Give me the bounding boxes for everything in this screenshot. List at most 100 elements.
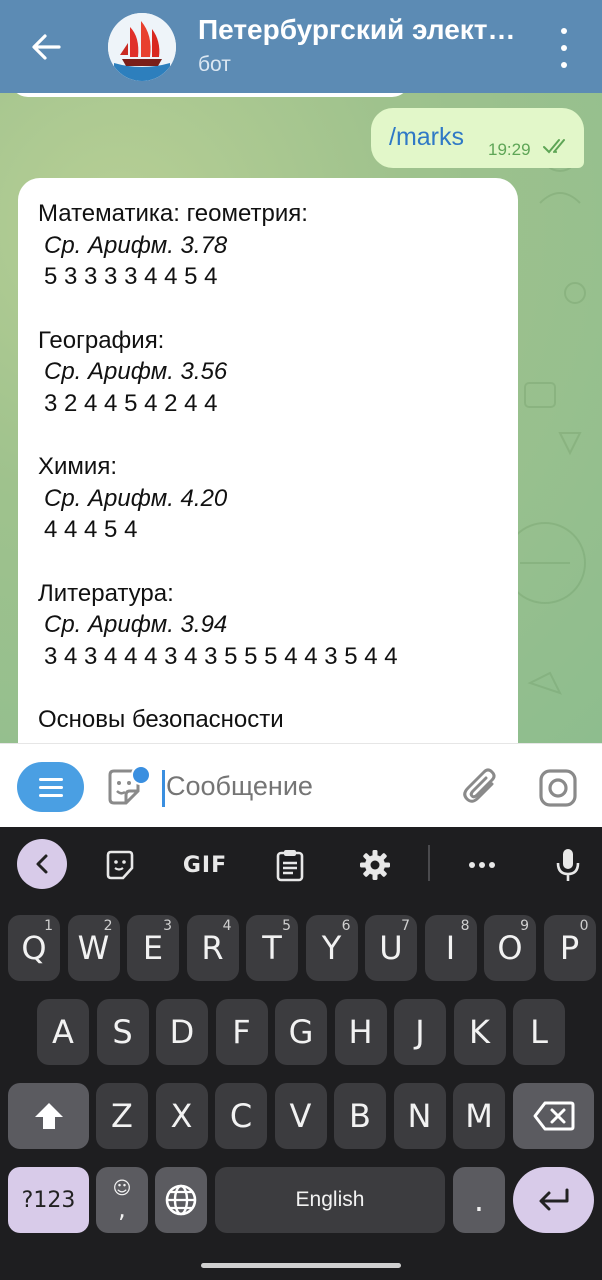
more-tools-button[interactable] <box>462 845 502 885</box>
key-d[interactable]: D <box>156 999 208 1065</box>
key-r[interactable]: R4 <box>186 915 239 981</box>
outgoing-command[interactable]: /marks <box>389 123 464 152</box>
key-label: Y <box>321 929 342 967</box>
key-p[interactable]: P0 <box>543 915 596 981</box>
language-key[interactable] <box>155 1167 207 1233</box>
gif-button[interactable]: GIF <box>180 845 230 885</box>
key-label: P <box>559 929 580 967</box>
key-h[interactable]: H <box>334 999 387 1065</box>
incoming-message[interactable]: Математика: геометрия: Ср. Арифм. 3.78 5 3… <box>18 178 518 743</box>
key-label: L <box>530 1013 548 1051</box>
key-w[interactable]: W2 <box>67 915 120 981</box>
key-u[interactable]: U7 <box>365 915 417 981</box>
key-n[interactable]: N <box>393 1083 446 1149</box>
voice-input-button[interactable] <box>548 843 588 887</box>
key-g[interactable]: G <box>275 999 327 1065</box>
chat-area[interactable]: /marks 19:29 Математика: геометрия: Ср. А… <box>0 93 602 743</box>
message-input[interactable] <box>166 764 436 808</box>
microphone-icon <box>556 849 580 881</box>
sticker-tool-button[interactable] <box>100 845 140 885</box>
toolbar-separator <box>428 845 430 881</box>
key-label: U <box>379 929 403 967</box>
outgoing-message[interactable]: /marks 19:29 <box>371 108 584 168</box>
key-label: C <box>229 1097 253 1135</box>
key-label: G <box>288 1013 314 1051</box>
key-label: O <box>497 929 523 967</box>
key-label: English <box>295 1188 365 1211</box>
text-caret <box>162 770 165 807</box>
sticker-icon <box>106 850 134 880</box>
gear-icon <box>360 850 390 880</box>
read-checks-icon <box>543 139 565 154</box>
key-label: H <box>348 1013 373 1051</box>
back-button[interactable] <box>24 25 68 69</box>
arrow-left-icon <box>32 34 61 60</box>
key-hint: 2 <box>103 918 113 934</box>
more-horizontal-icon <box>469 862 495 868</box>
key-label: J <box>415 1013 425 1051</box>
globe-icon <box>165 1184 197 1216</box>
key-y[interactable]: Y6 <box>305 915 358 981</box>
bot-menu-button[interactable] <box>17 762 84 812</box>
clipboard-icon <box>276 850 304 882</box>
key-label: V <box>289 1097 312 1135</box>
dot-icon <box>561 62 567 68</box>
key-f[interactable]: F <box>215 999 268 1065</box>
key-label: B <box>349 1097 371 1135</box>
enter-key[interactable] <box>513 1167 594 1233</box>
bot-avatar[interactable] <box>108 13 176 81</box>
key-a[interactable]: A <box>37 999 89 1065</box>
period-key[interactable]: . <box>453 1167 505 1233</box>
backspace-key[interactable] <box>513 1083 594 1149</box>
symbols-key[interactable]: ?123 <box>8 1167 89 1233</box>
marks-message-text: Математика: геометрия: Ср. Арифм. 3.78 5 3… <box>38 198 504 736</box>
settings-button[interactable] <box>355 845 395 885</box>
subject-name: География: <box>38 326 165 354</box>
key-i[interactable]: I8 <box>424 915 477 981</box>
key-t[interactable]: T5 <box>246 915 298 981</box>
chat-title[interactable]: Петербургский элект… <box>198 14 528 46</box>
key-k[interactable]: K <box>453 999 506 1065</box>
menu-line-icon <box>38 793 63 797</box>
key-label: E <box>142 929 164 967</box>
menu-line-icon <box>38 777 63 781</box>
key-e[interactable]: E3 <box>127 915 179 981</box>
key-c[interactable]: C <box>215 1083 267 1149</box>
key-l[interactable]: L <box>513 999 565 1065</box>
menu-line-icon <box>38 785 63 789</box>
key-j[interactable]: J <box>394 999 446 1065</box>
dot-icon <box>561 28 567 34</box>
chat-header: Петербургский элект… бот <box>0 0 602 93</box>
message-input-bar <box>0 743 602 828</box>
more-menu-button[interactable] <box>550 28 578 68</box>
key-x[interactable]: X <box>155 1083 208 1149</box>
key-q[interactable]: Q1 <box>8 915 60 981</box>
key-m[interactable]: M <box>453 1083 505 1149</box>
key-label: F <box>232 1013 251 1051</box>
key-o[interactable]: O9 <box>484 915 536 981</box>
gesture-navigation-bar[interactable] <box>201 1263 401 1268</box>
key-label: , <box>118 1195 126 1223</box>
paperclip-icon[interactable] <box>462 768 500 808</box>
subject-name: Химия: <box>38 453 117 480</box>
keyboard: GIF Q1W2E3R4T5Y6U7I8O9 P 0 A S D F G H J… <box>0 827 602 1280</box>
dot-icon <box>561 45 567 51</box>
subject-average: Ср. Арифм. 3.94 <box>44 611 228 638</box>
keyboard-collapse-button[interactable] <box>17 839 67 889</box>
key-s[interactable]: S <box>96 999 149 1065</box>
emoji-comma-key[interactable]: ☺, <box>96 1167 148 1233</box>
space-key[interactable]: English <box>215 1167 445 1233</box>
key-label: N <box>407 1097 432 1135</box>
clipboard-button[interactable] <box>270 845 310 885</box>
key-z[interactable]: Z <box>96 1083 148 1149</box>
ship-logo-icon <box>108 13 176 81</box>
previous-message-bubble <box>10 93 410 97</box>
key-v[interactable]: V <box>274 1083 327 1149</box>
key-b[interactable]: B <box>334 1083 386 1149</box>
shift-key[interactable] <box>8 1083 89 1149</box>
subject-marks: 3 2 4 4 5 4 2 4 4 <box>44 389 218 417</box>
key-label: S <box>112 1013 133 1051</box>
camera-icon[interactable] <box>538 768 578 808</box>
key-label: . <box>473 1181 485 1219</box>
